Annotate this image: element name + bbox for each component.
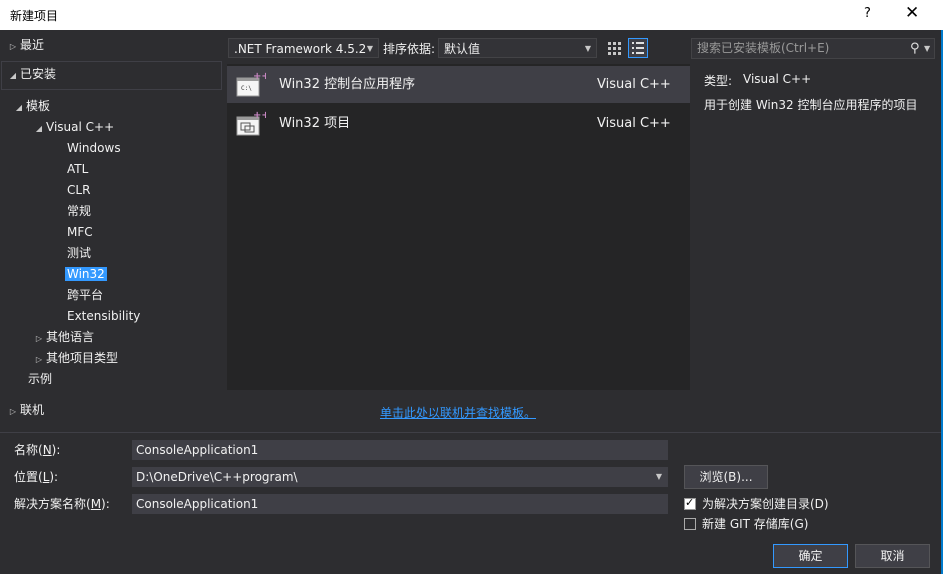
cancel-button[interactable]: 取消 — [855, 544, 930, 568]
tree-item-clr[interactable]: CLR — [67, 180, 90, 201]
tree-other-project-types[interactable]: ▷ 其他项目类型 — [32, 348, 118, 369]
solution-name-label: 解决方案名称(M): — [14, 497, 110, 511]
expand-arrow-icon: ▷ — [35, 355, 43, 364]
framework-dropdown[interactable]: .NET Framework 4.5.2 ▼ — [228, 38, 379, 58]
template-name: Win32 控制台应用程序 — [279, 77, 416, 92]
collapse-arrow-icon: ◢ — [35, 124, 43, 133]
tree-samples[interactable]: 示例 — [28, 369, 52, 390]
nav-installed[interactable]: ◢ 已安装 — [6, 64, 56, 85]
list-view-button[interactable] — [628, 38, 648, 58]
expand-arrow-icon: ▷ — [9, 407, 17, 416]
search-icon[interactable]: ⚲ — [910, 39, 920, 58]
git-repo-label: 新建 GIT 存储库(G) — [702, 517, 809, 531]
list-view-icon — [632, 42, 644, 54]
sort-label: 排序依据: — [383, 42, 436, 56]
win32-project-icon: ++ — [236, 110, 266, 136]
location-input[interactable]: D:\OneDrive\C++program\ ▼ — [132, 467, 668, 487]
description-panel: 类型: Visual C++ 用于创建 Win32 控制台应用程序的项目 — [691, 64, 941, 390]
chevron-down-icon[interactable]: ▼ — [924, 39, 930, 58]
template-row-win32[interactable]: ++ Win32 项目 Visual C++ — [227, 105, 690, 142]
tree-item-cross-platform[interactable]: 跨平台 — [67, 285, 103, 306]
tree-other-languages[interactable]: ▷ 其他语言 — [32, 327, 94, 348]
template-name: Win32 项目 — [279, 116, 351, 131]
chevron-down-icon: ▼ — [584, 44, 591, 53]
grid-view-button[interactable] — [604, 38, 624, 58]
tree-item-mfc[interactable]: MFC — [67, 222, 93, 243]
expand-arrow-icon: ▷ — [9, 42, 17, 51]
ok-button[interactable]: 确定 — [773, 544, 848, 568]
type-label: 类型: — [704, 74, 733, 88]
tree-visual-cpp[interactable]: ◢ Visual C++ — [32, 117, 114, 138]
help-button[interactable]: ? — [864, 6, 871, 21]
template-language: Visual C++ — [597, 77, 671, 92]
online-templates-link[interactable]: 单击此处以联机并查找模板。 — [380, 404, 536, 421]
create-directory-label: 为解决方案创建目录(D) — [702, 497, 829, 511]
template-row-console[interactable]: C:\ ++ Win32 控制台应用程序 Visual C++ — [227, 66, 690, 103]
window-title: 新建项目 — [10, 9, 59, 23]
browse-button[interactable]: 浏览(B)... — [684, 465, 768, 489]
sort-dropdown[interactable]: 默认值 ▼ — [438, 38, 597, 58]
tree-item-test[interactable]: 测试 — [67, 243, 91, 264]
tree-item-windows[interactable]: Windows — [67, 138, 121, 159]
svg-text:++: ++ — [253, 71, 266, 82]
tree-item-general[interactable]: 常规 — [67, 201, 91, 222]
svg-text:C:\: C:\ — [241, 85, 252, 92]
chevron-down-icon[interactable]: ▼ — [656, 468, 662, 486]
tree-item-atl[interactable]: ATL — [67, 159, 88, 180]
search-input[interactable]: 搜索已安装模板(Ctrl+E) ⚲ ▼ — [691, 38, 935, 59]
close-button[interactable]: ✕ — [905, 3, 919, 23]
tree-templates[interactable]: ◢ 模板 — [12, 96, 50, 117]
grid-view-icon — [608, 42, 621, 55]
solution-name-input[interactable]: ConsoleApplication1 — [132, 494, 668, 514]
type-value: Visual C++ — [743, 72, 812, 86]
console-app-icon: C:\ ++ — [236, 71, 266, 97]
title-bar: 新建项目 ? ✕ — [0, 0, 943, 30]
template-list: C:\ ++ Win32 控制台应用程序 Visual C++ ++ Win32… — [227, 64, 690, 390]
svg-text:++: ++ — [253, 110, 266, 121]
divider — [0, 432, 941, 433]
template-language: Visual C++ — [597, 116, 671, 131]
nav-recent[interactable]: ▷ 最近 — [6, 35, 44, 56]
collapse-arrow-icon: ◢ — [15, 103, 23, 112]
tree-item-win32[interactable]: Win32 — [65, 264, 107, 285]
git-repo-checkbox[interactable] — [684, 518, 696, 530]
create-directory-checkbox[interactable] — [684, 496, 696, 510]
name-input[interactable]: ConsoleApplication1 — [132, 440, 668, 460]
name-label: 名称(N): — [14, 443, 61, 457]
collapse-arrow-icon: ◢ — [9, 71, 17, 80]
expand-arrow-icon: ▷ — [35, 334, 43, 343]
tree-item-extensibility[interactable]: Extensibility — [67, 306, 140, 327]
nav-online[interactable]: ▷ 联机 — [6, 400, 44, 421]
location-label: 位置(L): — [14, 470, 59, 484]
chevron-down-icon: ▼ — [366, 44, 373, 53]
description-text: 用于创建 Win32 控制台应用程序的项目 — [704, 98, 918, 112]
